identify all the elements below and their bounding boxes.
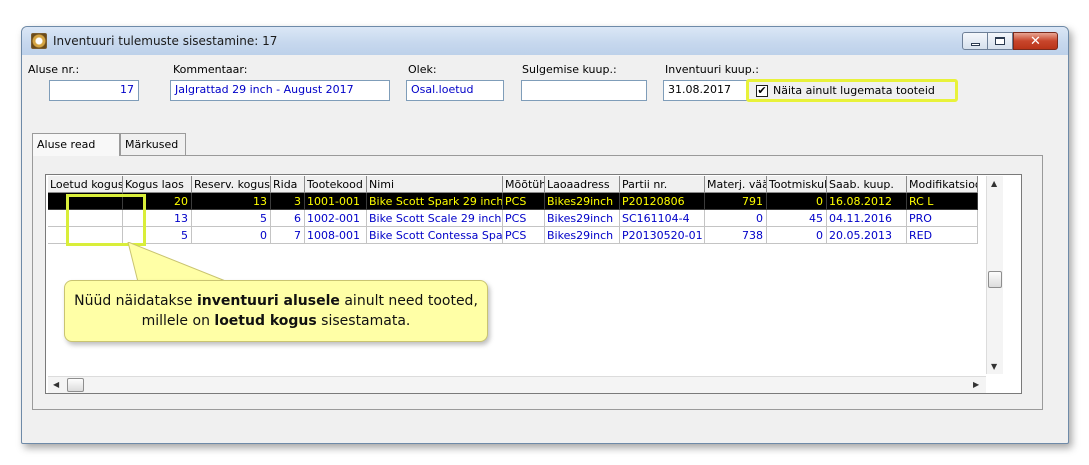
callout-text: sisestamata. [316,313,411,329]
aluse-nr-label: Aluse nr.: [28,63,80,76]
vertical-scrollbar[interactable]: ▲ ▼ [986,176,1003,374]
app-icon [31,33,47,49]
table-cell: Bikes29inch [545,193,620,210]
callout-line-1: Nüüd näidatakse inventuuri alusele ainul… [65,291,487,311]
table-cell: PRO [907,210,978,227]
table-row[interactable]: 13 5 6 1002-001 Bike Scott Scale 29 inch PCS B… [48,210,986,227]
table-cell: P20130520-01 [620,227,705,244]
table-cell: RC L [907,193,978,210]
table-cell: PCS [503,193,545,210]
table-cell: 13 [123,210,192,227]
table-cell: 3 [271,193,305,210]
table-cell: Bike Scott Scale 29 inch [367,210,503,227]
callout-bold-text: loetud kogus [214,313,317,329]
table-cell[interactable] [48,210,123,227]
table-cell: 04.11.2016 [827,210,907,227]
horizontal-scroll-thumb[interactable] [67,378,84,392]
column-header[interactable]: Nimi [367,176,503,193]
column-header[interactable]: Modifikatsioon [907,176,978,193]
checkbox-check-icon[interactable]: ✔ [756,84,768,97]
table-cell: PCS [503,227,545,244]
kommentaar-label: Kommentaar: [173,63,248,76]
column-header[interactable]: Saab. kuup. [827,176,907,193]
minimize-icon [970,42,980,46]
window-title: Inventuuri tulemuste sisestamine: 17 [53,34,278,48]
table-cell: 738 [705,227,767,244]
table-cell: 1002-001 [305,210,367,227]
table-cell: 13 [192,193,271,210]
callout-note: Nüüd näidatakse inventuuri alusele ainul… [64,280,488,342]
sulgemise-kuup-field[interactable] [521,80,647,101]
table-row[interactable]: 20 13 3 1001-001 Bike Scott Spark 29 inch PCS… [48,193,986,210]
maximize-icon [995,37,1005,45]
table-cell: Bike Scott Spark 29 inch [367,193,503,210]
aluse-nr-field[interactable]: 17 [49,80,139,101]
table-cell: Bikes29inch [545,210,620,227]
table-cell: 7 [271,227,305,244]
table-cell: 20.05.2013 [827,227,907,244]
table-cell: 1001-001 [305,193,367,210]
checkbox-label: Näita ainult lugemata tooteid [773,84,935,97]
callout-tail [127,242,229,283]
scroll-down-icon[interactable]: ▼ [991,362,997,371]
callout-text: millele on [141,313,215,329]
olek-label: Olek: [408,63,437,76]
scroll-right-icon[interactable]: ▶ [973,380,979,389]
column-header[interactable]: Partii nr. [620,176,705,193]
column-header[interactable]: Materj. väärtus [705,176,767,193]
table-cell: 6 [271,210,305,227]
table-cell: 45 [767,210,827,227]
table-cell: 5 [192,210,271,227]
table-cell: 791 [705,193,767,210]
kommentaar-field[interactable]: Jalgrattad 29 inch - August 2017 [170,80,390,101]
title-bar[interactable]: Inventuuri tulemuste sisestamine: 17 ✕ [22,27,1068,55]
table-cell: 20 [123,193,192,210]
column-header[interactable]: Tootekood [305,176,367,193]
inventuuri-kuup-label: Inventuuri kuup.: [665,63,759,76]
column-header[interactable]: Tootmiskulu [767,176,827,193]
table-cell: 0 [767,227,827,244]
table-cell: PCS [503,210,545,227]
callout-text: Nüüd näidatakse [74,293,197,309]
table-cell: P20120806 [620,193,705,210]
table-cell[interactable] [48,193,123,210]
vertical-scroll-thumb[interactable] [988,271,1002,288]
table-cell: Bike Scott Contessa Spark [367,227,503,244]
table-cell: Bikes29inch [545,227,620,244]
column-header[interactable]: Loetud kogus [48,176,123,193]
sulgemise-kuup-label: Sulgemise kuup.: [522,63,617,76]
horizontal-scrollbar[interactable]: ◀ ▶ [48,376,986,393]
table-cell: RED [907,227,978,244]
table-cell: 1008-001 [305,227,367,244]
column-header[interactable]: Kogus laos [123,176,192,193]
scroll-left-icon[interactable]: ◀ [53,380,59,389]
olek-field[interactable]: Osal.loetud [406,80,504,101]
column-header[interactable]: Mõõtühik [503,176,545,193]
column-header[interactable]: Laoaadress [545,176,620,193]
callout-bold-text: inventuuri alusele [197,293,340,309]
table-cell: 16.08.2012 [827,193,907,210]
scroll-up-icon[interactable]: ▲ [991,179,997,188]
grid-header-row: Loetud kogus Kogus laos Reserv. kogus Rida T… [48,176,986,193]
maximize-button[interactable] [988,32,1013,50]
tab-aluse-read[interactable]: Aluse read [32,133,120,156]
close-button[interactable]: ✕ [1013,32,1058,50]
column-header[interactable]: Reserv. kogus [192,176,271,193]
callout-line-2: millele on loetud kogus sisestamata. [65,311,487,331]
minimize-button[interactable] [962,32,988,50]
callout-text: ainult need tooted, [339,293,478,309]
table-cell: 0 [705,210,767,227]
column-header[interactable]: Rida [271,176,305,193]
close-icon: ✕ [1030,33,1041,49]
table-cell: 0 [767,193,827,210]
table-cell: SC161104-4 [620,210,705,227]
unread-only-checkbox[interactable]: ✔ Näita ainult lugemata tooteid [746,79,958,102]
tab-markused[interactable]: Märkused [120,133,186,155]
